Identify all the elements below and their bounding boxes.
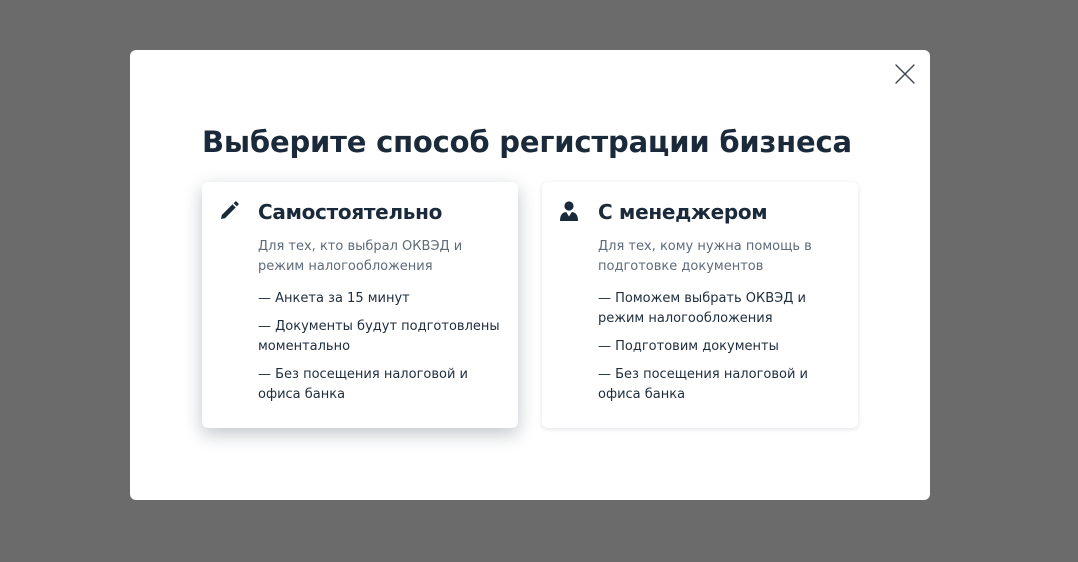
close-button[interactable] <box>892 61 918 87</box>
option-title: С менеджером <box>598 200 768 224</box>
feature-item: — Документы будут подготовлены моменталь… <box>258 319 500 354</box>
feature-item: — Поможем выбрать ОКВЭД и режим налогооб… <box>598 291 806 326</box>
close-icon <box>895 64 915 84</box>
feature-item: — Подготовим документы <box>598 339 779 354</box>
option-description: Для тех, кто выбрал ОКВЭД и режим налого… <box>258 239 463 274</box>
registration-method-dialog: Выберите способ регистрации бизнеса Само… <box>130 50 930 500</box>
pencil-icon <box>218 200 240 222</box>
feature-item: — Анкета за 15 минут <box>258 291 410 306</box>
person-icon <box>558 200 580 222</box>
option-description: Для тех, кому нужна помощь в подготовке … <box>598 239 812 274</box>
feature-item: — Без посещения налоговой и офиса банка <box>258 367 468 402</box>
feature-item: — Без посещения налоговой и офиса банка <box>598 367 808 402</box>
option-card-manager[interactable]: С менеджером Для тех, кому нужна помощь … <box>542 182 858 428</box>
option-title: Самостоятельно <box>258 200 443 224</box>
option-card-self[interactable]: Самостоятельно Для тех, кто выбрал ОКВЭД… <box>202 182 518 428</box>
feature-list: — Поможем выбрать ОКВЭД и режим налогооб… <box>598 289 850 413</box>
dialog-title: Выберите способ регистрации бизнеса <box>202 125 852 159</box>
feature-list: — Анкета за 15 минут — Документы будут п… <box>258 289 510 413</box>
